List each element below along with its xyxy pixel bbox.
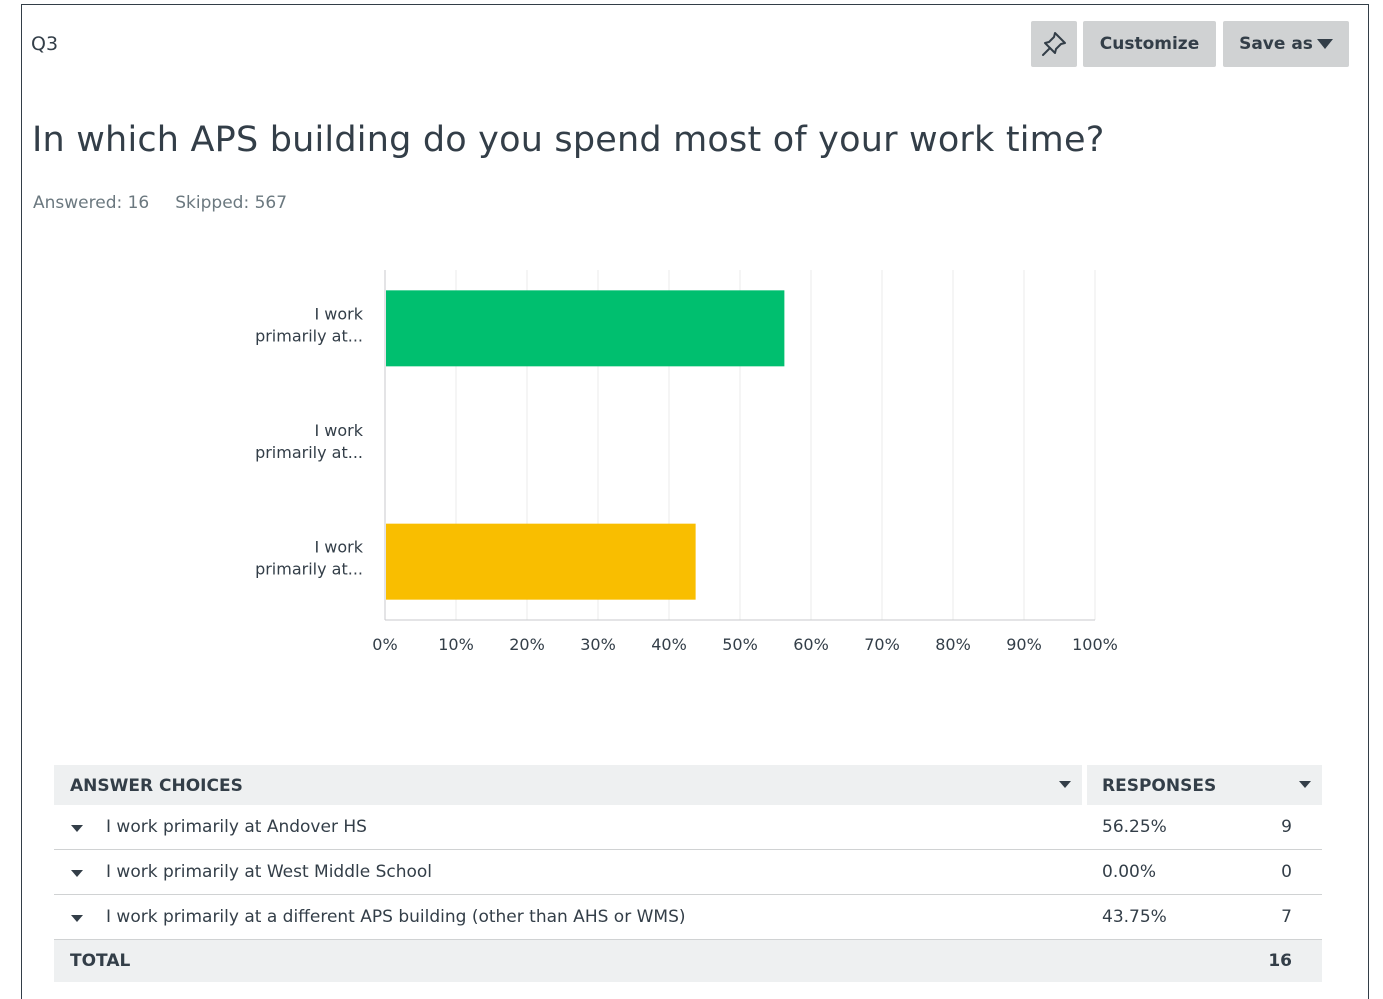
save-as-button[interactable]: Save as (1223, 21, 1349, 67)
answer-choices-header[interactable]: ANSWER CHOICES (70, 776, 243, 796)
x-tick-label: 0% (372, 635, 397, 654)
answer-choice: I work primarily at Andover HS (106, 817, 367, 837)
responses-header[interactable]: RESPONSES (1102, 776, 1216, 796)
x-tick-label: 10% (438, 635, 474, 654)
category-label: I work (314, 421, 363, 440)
x-tick-label: 40% (651, 635, 687, 654)
x-tick-label: 70% (864, 635, 900, 654)
expand-row-icon[interactable] (71, 870, 83, 877)
header-divider (1082, 765, 1087, 805)
table-row: I work primarily at Andover HS 56.25% 9 (54, 805, 1322, 850)
category-label: I work (314, 304, 363, 323)
expand-row-icon[interactable] (71, 825, 83, 832)
skipped-count: Skipped: 567 (175, 193, 288, 213)
total-label: TOTAL (70, 951, 131, 971)
table-row: I work primarily at a different APS buil… (54, 895, 1322, 940)
bar-chart: 0% 10% 20% 30% 40% 50% 60% 70% 80% 90% 100% I work p… (255, 270, 1118, 654)
save-as-label: Save as (1239, 34, 1313, 54)
category-label: primarily at... (255, 326, 363, 345)
x-tick-label: 60% (793, 635, 829, 654)
response-count: 0 (1281, 862, 1292, 882)
response-count: 9 (1281, 817, 1292, 837)
sort-responses-icon[interactable] (1299, 781, 1311, 788)
responses-table: ANSWER CHOICES RESPONSES I work primaril… (54, 765, 1322, 982)
answer-choice: I work primarily at a different APS buil… (106, 907, 686, 927)
bar[interactable] (386, 523, 696, 600)
category-label: I work (314, 538, 363, 557)
table-header: ANSWER CHOICES RESPONSES (54, 765, 1322, 805)
caret-down-icon (1316, 39, 1333, 49)
x-tick-label: 30% (580, 635, 616, 654)
category-label: primarily at... (255, 560, 363, 579)
sort-choices-icon[interactable] (1059, 781, 1071, 788)
x-tick-label: 20% (509, 635, 545, 654)
response-percent: 43.75% (1102, 907, 1167, 927)
table-total-row: TOTAL 16 (54, 940, 1322, 982)
x-tick-label: 80% (935, 635, 971, 654)
x-tick-label: 90% (1006, 635, 1042, 654)
expand-row-icon[interactable] (71, 915, 83, 922)
response-stats: Answered: 16 Skipped: 567 (33, 193, 287, 213)
answer-choice: I work primarily at West Middle School (106, 862, 433, 882)
total-value: 16 (1268, 951, 1292, 971)
response-count: 7 (1281, 907, 1292, 927)
question-number: Q3 (31, 33, 59, 55)
x-tick-label: 50% (722, 635, 758, 654)
pin-button[interactable] (1031, 21, 1077, 67)
x-tick-label: 100% (1072, 635, 1118, 654)
response-percent: 0.00% (1102, 862, 1157, 882)
table-body: I work primarily at Andover HS 56.25% 9 I w… (54, 805, 1322, 940)
pin-icon (1042, 32, 1066, 56)
question-title: In which APS building do you spend most … (32, 120, 1105, 160)
category-label: primarily at... (255, 443, 363, 462)
table-row: I work primarily at West Middle School 0.… (54, 850, 1322, 895)
bar[interactable] (386, 290, 785, 367)
answered-count: Answered: 16 (33, 193, 150, 213)
response-percent: 56.25% (1102, 817, 1167, 837)
customize-button[interactable]: Customize (1083, 21, 1216, 67)
